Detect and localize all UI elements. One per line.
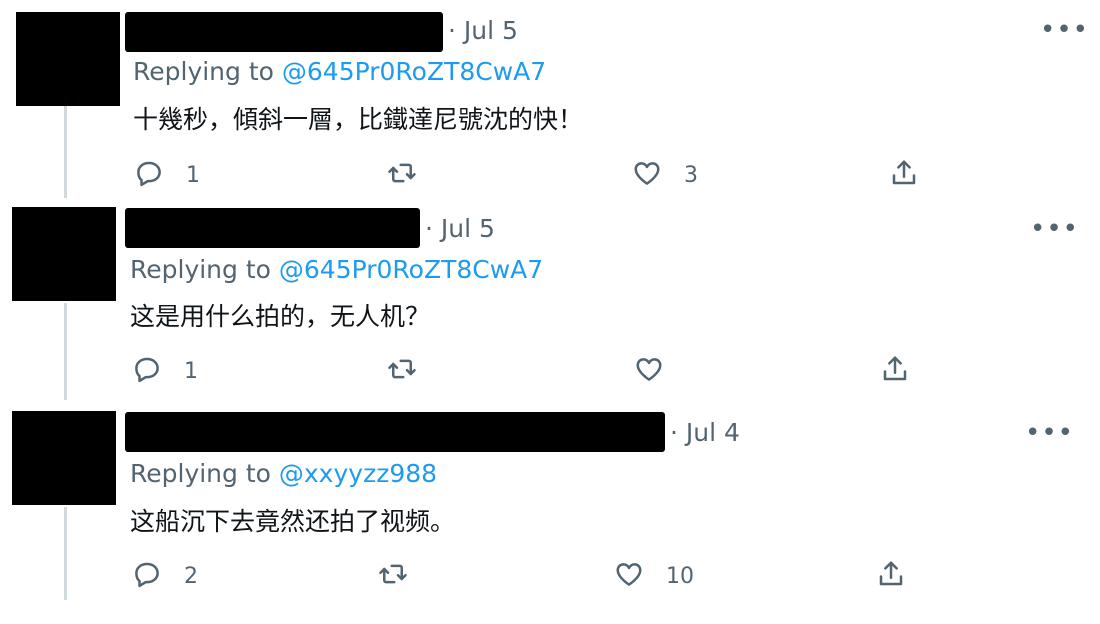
tweet-date[interactable]: · Jul 4: [670, 418, 740, 447]
retweet-button[interactable]: [387, 158, 439, 192]
retweet-icon: [387, 158, 417, 192]
tweet-2[interactable]: · Jul 5 ••• Replying to @645Pr0RoZT8CwA7…: [0, 200, 1100, 405]
thread-line: [64, 303, 67, 400]
reply-icon: [134, 158, 164, 192]
reply-icon: [132, 354, 162, 388]
like-button[interactable]: 10: [614, 559, 694, 593]
reply-count: 1: [186, 162, 200, 188]
reply-button[interactable]: 2: [132, 559, 198, 593]
reply-count: 1: [184, 358, 198, 384]
like-button[interactable]: 3: [632, 158, 698, 192]
share-icon: [880, 354, 910, 388]
replying-to: Replying to @645Pr0RoZT8CwA7: [130, 255, 543, 284]
avatar[interactable]: [16, 12, 120, 106]
more-options-icon[interactable]: •••: [1040, 17, 1089, 43]
replying-to-label: Replying to: [130, 459, 279, 488]
reply-icon: [132, 559, 162, 593]
avatar[interactable]: [12, 411, 116, 505]
retweet-icon: [387, 354, 417, 388]
redacted-username: [125, 12, 443, 52]
redacted-username: [125, 208, 420, 248]
reply-handle-link[interactable]: @645Pr0RoZT8CwA7: [282, 57, 546, 86]
tweet-date[interactable]: · Jul 5: [425, 214, 495, 243]
heart-icon: [634, 354, 664, 388]
share-button[interactable]: [889, 158, 919, 192]
more-options-icon[interactable]: •••: [1025, 420, 1074, 446]
reply-button[interactable]: 1: [134, 158, 200, 192]
retweet-button[interactable]: [378, 559, 430, 593]
replying-to-label: Replying to: [133, 57, 282, 86]
tweet-text: 这船沉下去竟然还拍了视频。: [130, 507, 456, 536]
retweet-button[interactable]: [387, 354, 439, 388]
tweet-text: 十幾秒，傾斜一層，比鐵達尼號沈的快！: [133, 105, 584, 134]
retweet-icon: [378, 559, 408, 593]
replying-to: Replying to @xxyyzz988: [130, 459, 437, 488]
like-count: 10: [666, 563, 694, 589]
tweet-date[interactable]: · Jul 5: [448, 16, 518, 45]
thread-line: [64, 507, 67, 600]
share-icon: [876, 559, 906, 593]
replying-to-label: Replying to: [130, 255, 279, 284]
reply-count: 2: [184, 563, 198, 589]
thread-line: [64, 106, 67, 198]
replying-to: Replying to @645Pr0RoZT8CwA7: [133, 57, 546, 86]
share-button[interactable]: [876, 559, 906, 593]
reply-handle-link[interactable]: @645Pr0RoZT8CwA7: [279, 255, 543, 284]
heart-icon: [632, 158, 662, 192]
share-icon: [889, 158, 919, 192]
reply-handle-link[interactable]: @xxyyzz988: [279, 459, 437, 488]
reply-button[interactable]: 1: [132, 354, 198, 388]
tweet-1[interactable]: · Jul 5 ••• Replying to @645Pr0RoZT8CwA7…: [0, 0, 1100, 200]
heart-icon: [614, 559, 644, 593]
more-options-icon[interactable]: •••: [1030, 216, 1079, 242]
redacted-username: [125, 412, 665, 452]
tweet-3[interactable]: · Jul 4 ••• Replying to @xxyyzz988 这船沉下去…: [0, 405, 1100, 624]
tweet-text: 这是用什么拍的，无人机？: [130, 302, 431, 331]
share-button[interactable]: [880, 354, 910, 388]
avatar[interactable]: [12, 207, 116, 301]
like-count: 3: [684, 162, 698, 188]
like-button[interactable]: [634, 354, 686, 388]
